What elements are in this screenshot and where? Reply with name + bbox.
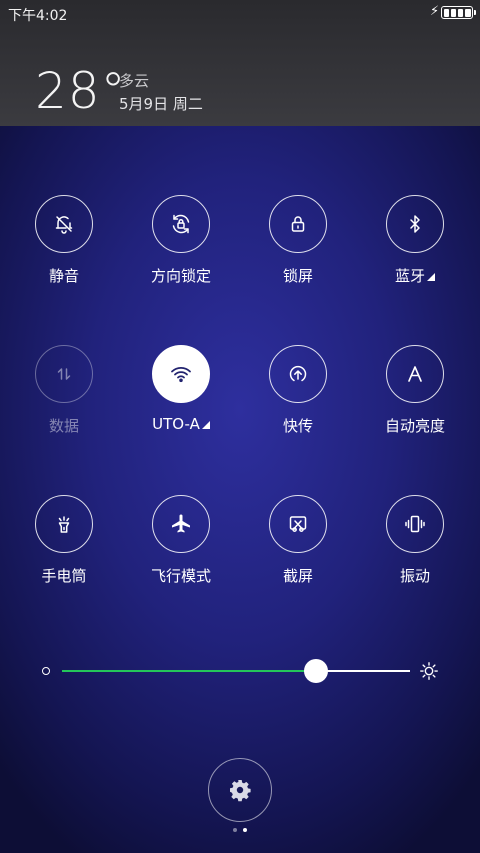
status-bar: 下午4:02 ⚡ — [0, 0, 480, 28]
toggle-auto-brightness[interactable]: 自动亮度 — [357, 345, 473, 436]
status-time: 下午4:02 — [8, 8, 68, 24]
toggle-label: 振动 — [399, 567, 430, 585]
settings-button[interactable] — [208, 758, 272, 822]
brightness-fill — [62, 670, 317, 672]
toggle-label: UTO-A — [152, 415, 210, 433]
gear-icon — [230, 780, 251, 802]
bell-muted-icon[interactable] — [35, 195, 93, 253]
weather-temperature[interactable]: 28° — [35, 62, 127, 120]
toggle-label: 快传 — [282, 417, 313, 435]
mobile-data-icon[interactable] — [35, 345, 93, 403]
battery-full-icon — [441, 6, 476, 19]
brightness-track[interactable] — [62, 659, 410, 683]
brightness-slider[interactable] — [38, 656, 442, 686]
expand-triangle-icon — [201, 421, 210, 429]
toggle-label: 方向锁定 — [150, 267, 211, 285]
toggle-quick-transfer[interactable]: 快传 — [240, 345, 356, 436]
lightning-icon: ⚡ — [430, 4, 440, 19]
page-dot-active — [243, 828, 247, 832]
page-indicator — [233, 828, 247, 832]
toggle-flashlight[interactable]: 手电筒 — [6, 495, 122, 586]
toggle-screenshot[interactable]: 截屏 — [240, 495, 356, 586]
toggle-wifi[interactable]: UTO-A — [123, 345, 239, 433]
toggle-lock-screen[interactable]: 锁屏 — [240, 195, 356, 286]
rotation-lock-icon[interactable] — [152, 195, 210, 253]
brightness-low-icon — [42, 667, 50, 675]
toggle-rotation-lock[interactable]: 方向锁定 — [123, 195, 239, 286]
quick-transfer-icon[interactable] — [269, 345, 327, 403]
toggle-label: 手电筒 — [41, 567, 87, 585]
toggle-label: 静音 — [48, 267, 79, 285]
wifi-icon[interactable] — [152, 345, 210, 403]
auto-brightness-icon[interactable] — [386, 345, 444, 403]
vibrate-icon[interactable] — [386, 495, 444, 553]
expand-triangle-icon — [427, 273, 435, 281]
screenshot-icon[interactable] — [269, 495, 327, 553]
brightness-thumb[interactable] — [304, 659, 329, 683]
toggle-bluetooth[interactable]: 蓝牙 — [357, 195, 473, 286]
toggle-label: 锁屏 — [282, 267, 313, 285]
flashlight-icon[interactable] — [35, 495, 93, 553]
airplane-icon[interactable] — [152, 495, 210, 553]
lock-icon[interactable] — [269, 195, 327, 253]
page-dot — [233, 828, 237, 832]
brightness-high-icon — [420, 662, 438, 680]
toggle-label: 自动亮度 — [384, 417, 445, 435]
toggle-label: 飞行模式 — [150, 567, 211, 585]
weather-condition: 多云 — [119, 72, 150, 90]
toggle-label: 截屏 — [282, 567, 313, 585]
toggle-label: 数据 — [48, 417, 79, 435]
weather-date: 5月9日 周二 — [119, 95, 203, 113]
toggle-airplane-mode[interactable]: 飞行模式 — [123, 495, 239, 586]
toggle-vibrate[interactable]: 振动 — [357, 495, 473, 586]
toggle-mobile-data[interactable]: 数据 — [6, 345, 122, 436]
bluetooth-icon[interactable] — [386, 195, 444, 253]
toggle-silent[interactable]: 静音 — [6, 195, 122, 286]
toggle-label: 蓝牙 — [395, 265, 435, 286]
